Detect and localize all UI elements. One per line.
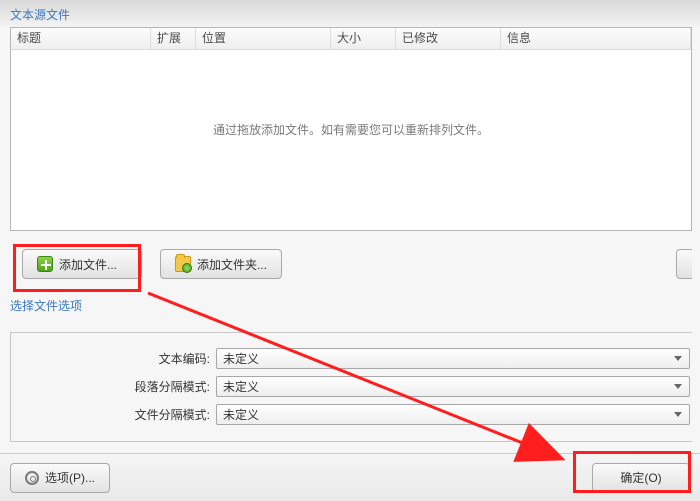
col-info[interactable]: 信息 — [501, 28, 691, 49]
opt-row-file: 文件分隔模式: 未定义 — [11, 401, 692, 427]
add-file-icon — [37, 256, 53, 272]
encoding-combo[interactable]: 未定义 — [216, 348, 690, 369]
source-files-list[interactable]: 标题 扩展 位置 大小 已修改 信息 通过拖放添加文件。如有需要您可以重新排列文… — [10, 27, 692, 231]
add-file-button[interactable]: 添加文件... — [22, 249, 142, 279]
encoding-label: 文本编码: — [11, 350, 216, 367]
add-folder-label: 添加文件夹... — [197, 256, 267, 273]
opt-row-encoding: 文本编码: 未定义 — [11, 345, 692, 371]
options-button-label: 选项(P)... — [45, 469, 95, 486]
file-options-panel: 文本编码: 未定义 段落分隔模式: 未定义 文件分隔模式: 未定义 — [10, 332, 692, 442]
list-header: 标题 扩展 位置 大小 已修改 信息 — [11, 28, 691, 50]
add-folder-button[interactable]: 添加文件夹... — [160, 249, 282, 279]
col-pos[interactable]: 位置 — [196, 28, 331, 49]
source-files-title: 文本源文件 — [0, 0, 700, 27]
para-mode-value: 未定义 — [223, 378, 259, 395]
file-mode-label: 文件分隔模式: — [11, 406, 216, 423]
ok-button-label: 确定(O) — [620, 469, 661, 486]
col-ext[interactable]: 扩展 — [151, 28, 196, 49]
encoding-value: 未定义 — [223, 350, 259, 367]
opt-row-para: 段落分隔模式: 未定义 — [11, 373, 692, 399]
para-mode-label: 段落分隔模式: — [11, 378, 216, 395]
add-folder-icon — [175, 256, 191, 272]
gear-icon — [25, 471, 39, 485]
options-button[interactable]: 选项(P)... — [10, 463, 110, 493]
col-size[interactable]: 大小 — [331, 28, 396, 49]
file-buttons-row: 添加文件... 添加文件夹... — [22, 249, 692, 279]
file-options-title: 选择文件选项 — [0, 291, 700, 318]
empty-list-message: 通过拖放添加文件。如有需要您可以重新排列文件。 — [11, 28, 691, 230]
file-mode-value: 未定义 — [223, 406, 259, 423]
footer-bar: 选项(P)... 确定(O) — [0, 453, 700, 501]
para-mode-combo[interactable]: 未定义 — [216, 376, 690, 397]
ok-button[interactable]: 确定(O) — [592, 463, 690, 493]
add-file-label: 添加文件... — [59, 256, 117, 273]
overflow-button[interactable] — [676, 249, 692, 279]
col-title[interactable]: 标题 — [11, 28, 151, 49]
col-mod[interactable]: 已修改 — [396, 28, 501, 49]
file-mode-combo[interactable]: 未定义 — [216, 404, 690, 425]
